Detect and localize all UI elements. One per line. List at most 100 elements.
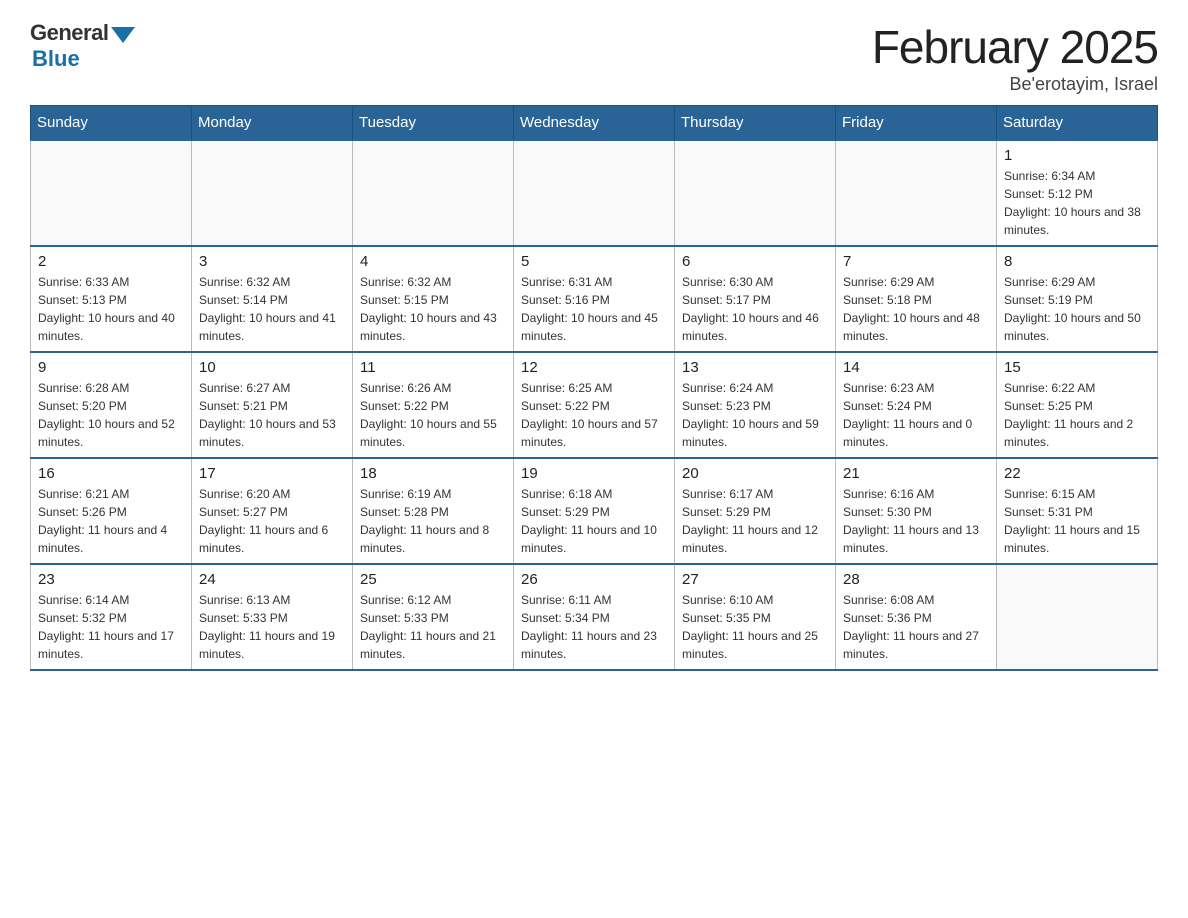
calendar-day-cell: 15Sunrise: 6:22 AMSunset: 5:25 PMDayligh… bbox=[997, 352, 1158, 458]
day-info: Sunrise: 6:10 AMSunset: 5:35 PMDaylight:… bbox=[682, 591, 828, 663]
calendar-day-cell: 23 Sunrise: 6:14 AMSunset: 5:32 PMDayligh… bbox=[31, 564, 192, 670]
day-number: 25 bbox=[360, 571, 506, 588]
day-info: Sunrise: 6:20 AMSunset: 5:27 PMDaylight:… bbox=[199, 485, 345, 557]
calendar-week-row: 1 Sunrise: 6:34 AMSunset: 5:12 PMDaylight… bbox=[31, 140, 1158, 246]
day-number: 12 bbox=[521, 359, 667, 376]
day-info: Sunrise: 6:12 AMSunset: 5:33 PMDaylight:… bbox=[360, 591, 506, 663]
logo-blue-text: Blue bbox=[32, 46, 80, 72]
day-number: 19 bbox=[521, 465, 667, 482]
day-number: 28 bbox=[843, 571, 989, 588]
day-info: Sunrise: 6:18 AMSunset: 5:29 PMDaylight:… bbox=[521, 485, 667, 557]
day-number: 8 bbox=[1004, 253, 1150, 270]
day-number: 5 bbox=[521, 253, 667, 270]
day-info: Sunrise: 6:17 AMSunset: 5:29 PMDaylight:… bbox=[682, 485, 828, 557]
day-info: Sunrise: 6:19 AMSunset: 5:28 PMDaylight:… bbox=[360, 485, 506, 557]
calendar-day-cell: 24Sunrise: 6:13 AMSunset: 5:33 PMDayligh… bbox=[192, 564, 353, 670]
day-number: 20 bbox=[682, 465, 828, 482]
day-number: 21 bbox=[843, 465, 989, 482]
day-number: 10 bbox=[199, 359, 345, 376]
day-info: Sunrise: 6:25 AMSunset: 5:22 PMDaylight:… bbox=[521, 379, 667, 451]
calendar-subtitle: Be'erotayim, Israel bbox=[872, 74, 1158, 95]
calendar-day-cell: 27 Sunrise: 6:10 AMSunset: 5:35 PMDayligh… bbox=[675, 564, 836, 670]
day-number: 4 bbox=[360, 253, 506, 270]
page-header: General Blue February 2025 Be'erotayim, … bbox=[30, 20, 1158, 95]
day-info: Sunrise: 6:14 AMSunset: 5:32 PMDaylight:… bbox=[38, 591, 184, 663]
calendar-day-cell: 16 Sunrise: 6:21 AMSunset: 5:26 PMDayligh… bbox=[31, 458, 192, 564]
calendar-day-cell: 17 Sunrise: 6:20 AMSunset: 5:27 PMDayligh… bbox=[192, 458, 353, 564]
day-number: 13 bbox=[682, 359, 828, 376]
calendar-day-cell: 18 Sunrise: 6:19 AMSunset: 5:28 PMDayligh… bbox=[353, 458, 514, 564]
calendar-day-cell bbox=[514, 140, 675, 246]
day-info: Sunrise: 6:28 AMSunset: 5:20 PMDaylight:… bbox=[38, 379, 184, 451]
day-info: Sunrise: 6:24 AMSunset: 5:23 PMDaylight:… bbox=[682, 379, 828, 451]
day-info: Sunrise: 6:26 AMSunset: 5:22 PMDaylight:… bbox=[360, 379, 506, 451]
day-number: 26 bbox=[521, 571, 667, 588]
day-of-week-header: Saturday bbox=[997, 106, 1158, 141]
day-info: Sunrise: 6:29 AMSunset: 5:18 PMDaylight:… bbox=[843, 273, 989, 345]
day-info: Sunrise: 6:29 AMSunset: 5:19 PMDaylight:… bbox=[1004, 273, 1150, 345]
day-number: 14 bbox=[843, 359, 989, 376]
day-info: Sunrise: 6:23 AMSunset: 5:24 PMDaylight:… bbox=[843, 379, 989, 451]
calendar-day-cell: 1 Sunrise: 6:34 AMSunset: 5:12 PMDaylight… bbox=[997, 140, 1158, 246]
day-number: 1 bbox=[1004, 147, 1150, 164]
calendar-day-cell: 14 Sunrise: 6:23 AMSunset: 5:24 PMDayligh… bbox=[836, 352, 997, 458]
day-of-week-header: Tuesday bbox=[353, 106, 514, 141]
day-info: Sunrise: 6:32 AMSunset: 5:14 PMDaylight:… bbox=[199, 273, 345, 345]
day-info: Sunrise: 6:32 AMSunset: 5:15 PMDaylight:… bbox=[360, 273, 506, 345]
calendar-day-cell: 22Sunrise: 6:15 AMSunset: 5:31 PMDayligh… bbox=[997, 458, 1158, 564]
day-number: 16 bbox=[38, 465, 184, 482]
calendar-day-cell: 20 Sunrise: 6:17 AMSunset: 5:29 PMDayligh… bbox=[675, 458, 836, 564]
day-number: 18 bbox=[360, 465, 506, 482]
calendar-day-cell: 9 Sunrise: 6:28 AMSunset: 5:20 PMDaylight… bbox=[31, 352, 192, 458]
day-number: 23 bbox=[38, 571, 184, 588]
day-number: 3 bbox=[199, 253, 345, 270]
day-info: Sunrise: 6:08 AMSunset: 5:36 PMDaylight:… bbox=[843, 591, 989, 663]
day-info: Sunrise: 6:31 AMSunset: 5:16 PMDaylight:… bbox=[521, 273, 667, 345]
calendar-header-row: SundayMondayTuesdayWednesdayThursdayFrid… bbox=[31, 106, 1158, 141]
calendar-day-cell: 25 Sunrise: 6:12 AMSunset: 5:33 PMDayligh… bbox=[353, 564, 514, 670]
calendar-day-cell bbox=[353, 140, 514, 246]
calendar-day-cell bbox=[192, 140, 353, 246]
logo-general-text: General bbox=[30, 20, 108, 46]
day-info: Sunrise: 6:27 AMSunset: 5:21 PMDaylight:… bbox=[199, 379, 345, 451]
calendar-day-cell: 11 Sunrise: 6:26 AMSunset: 5:22 PMDayligh… bbox=[353, 352, 514, 458]
day-info: Sunrise: 6:33 AMSunset: 5:13 PMDaylight:… bbox=[38, 273, 184, 345]
calendar-title: February 2025 bbox=[872, 20, 1158, 74]
logo-arrow-icon bbox=[111, 27, 135, 43]
calendar-day-cell: 8 Sunrise: 6:29 AMSunset: 5:19 PMDaylight… bbox=[997, 246, 1158, 352]
day-info: Sunrise: 6:30 AMSunset: 5:17 PMDaylight:… bbox=[682, 273, 828, 345]
day-info: Sunrise: 6:34 AMSunset: 5:12 PMDaylight:… bbox=[1004, 167, 1150, 239]
calendar-day-cell: 13 Sunrise: 6:24 AMSunset: 5:23 PMDayligh… bbox=[675, 352, 836, 458]
calendar-day-cell: 3 Sunrise: 6:32 AMSunset: 5:14 PMDaylight… bbox=[192, 246, 353, 352]
day-number: 15 bbox=[1004, 359, 1150, 376]
title-block: February 2025 Be'erotayim, Israel bbox=[872, 20, 1158, 95]
calendar-day-cell: 6 Sunrise: 6:30 AMSunset: 5:17 PMDaylight… bbox=[675, 246, 836, 352]
calendar-day-cell: 12 Sunrise: 6:25 AMSunset: 5:22 PMDayligh… bbox=[514, 352, 675, 458]
day-number: 27 bbox=[682, 571, 828, 588]
calendar-day-cell bbox=[997, 564, 1158, 670]
calendar-day-cell: 2 Sunrise: 6:33 AMSunset: 5:13 PMDaylight… bbox=[31, 246, 192, 352]
day-number: 9 bbox=[38, 359, 184, 376]
calendar-week-row: 16 Sunrise: 6:21 AMSunset: 5:26 PMDayligh… bbox=[31, 458, 1158, 564]
calendar-week-row: 2 Sunrise: 6:33 AMSunset: 5:13 PMDaylight… bbox=[31, 246, 1158, 352]
logo: General Blue bbox=[30, 20, 135, 72]
day-number: 6 bbox=[682, 253, 828, 270]
day-info: Sunrise: 6:15 AMSunset: 5:31 PMDaylight:… bbox=[1004, 485, 1150, 557]
day-of-week-header: Monday bbox=[192, 106, 353, 141]
day-of-week-header: Sunday bbox=[31, 106, 192, 141]
day-of-week-header: Thursday bbox=[675, 106, 836, 141]
day-of-week-header: Wednesday bbox=[514, 106, 675, 141]
day-info: Sunrise: 6:21 AMSunset: 5:26 PMDaylight:… bbox=[38, 485, 184, 557]
calendar-day-cell: 4 Sunrise: 6:32 AMSunset: 5:15 PMDaylight… bbox=[353, 246, 514, 352]
day-info: Sunrise: 6:13 AMSunset: 5:33 PMDaylight:… bbox=[199, 591, 345, 663]
calendar-day-cell bbox=[836, 140, 997, 246]
calendar-day-cell: 21Sunrise: 6:16 AMSunset: 5:30 PMDayligh… bbox=[836, 458, 997, 564]
day-number: 11 bbox=[360, 359, 506, 376]
calendar-week-row: 9 Sunrise: 6:28 AMSunset: 5:20 PMDaylight… bbox=[31, 352, 1158, 458]
calendar-day-cell: 19 Sunrise: 6:18 AMSunset: 5:29 PMDayligh… bbox=[514, 458, 675, 564]
calendar-day-cell: 5 Sunrise: 6:31 AMSunset: 5:16 PMDaylight… bbox=[514, 246, 675, 352]
calendar-table: SundayMondayTuesdayWednesdayThursdayFrid… bbox=[30, 105, 1158, 671]
day-of-week-header: Friday bbox=[836, 106, 997, 141]
day-number: 2 bbox=[38, 253, 184, 270]
day-number: 17 bbox=[199, 465, 345, 482]
